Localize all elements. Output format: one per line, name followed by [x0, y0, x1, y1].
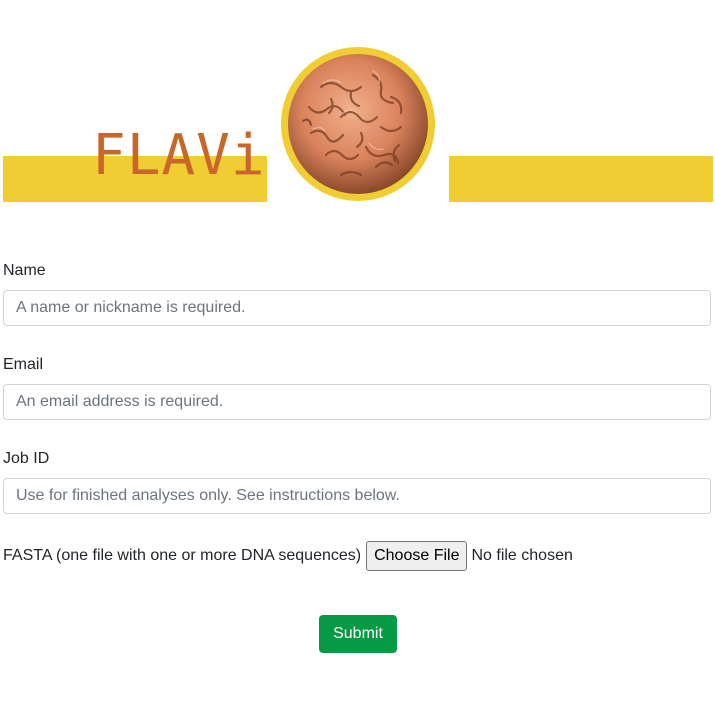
file-status: No file chosen — [471, 547, 573, 564]
email-label: Email — [3, 356, 44, 373]
submit-button[interactable]: Submit — [319, 615, 397, 653]
choose-file-button[interactable]: Choose File — [366, 541, 468, 571]
fasta-label: FASTA (one file with one or more DNA seq… — [3, 547, 362, 564]
job-id-label: Job ID — [3, 450, 50, 467]
name-input[interactable] — [3, 290, 711, 326]
email-input[interactable] — [3, 384, 711, 420]
job-id-input[interactable] — [3, 478, 711, 514]
name-label: Name — [3, 262, 46, 279]
page: FLAVi Name A name or nickname is require… — [0, 0, 715, 715]
fasta-file-row: FASTA (one file with one or more DNA seq… — [3, 541, 573, 571]
header-banner-right — [449, 156, 713, 202]
virus-particle-icon — [281, 47, 435, 201]
logo-text: FLAVi — [92, 123, 266, 188]
